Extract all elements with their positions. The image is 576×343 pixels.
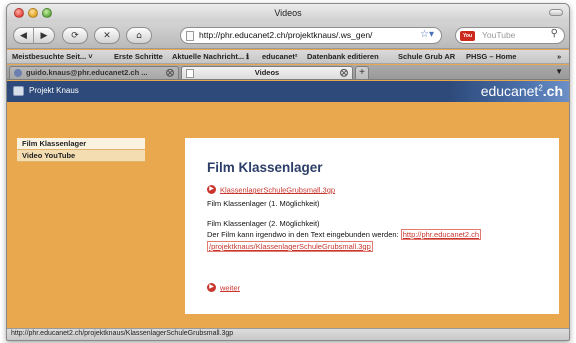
status-url: http://phr.educanet2.ch/projektknaus/Kla…: [11, 330, 234, 337]
bookmark-phsg-home[interactable]: PHSG – Home: [466, 52, 516, 61]
bookmark-star-icon[interactable]: ☆▾: [420, 29, 434, 40]
stop-button[interactable]: ✕: [94, 27, 120, 44]
site-home-icon[interactable]: [13, 86, 24, 96]
tab-videos[interactable]: Videos ⨂: [181, 66, 353, 79]
back-forward-group: ◀ ▶: [13, 27, 55, 44]
address-bar[interactable]: http://phr.educanet2.ch/projektknaus/.ws…: [180, 27, 442, 44]
next-link[interactable]: weiter: [220, 283, 240, 292]
tab-mail[interactable]: guido.knaus@phr.educanet2.ch ... ⨂: [9, 66, 179, 79]
bookmark-getting-started[interactable]: Erste Schritte: [114, 52, 163, 61]
search-input[interactable]: YouTube: [482, 30, 515, 40]
arrow-bullet-icon: ▶: [207, 185, 216, 195]
back-button[interactable]: ◀: [14, 28, 34, 43]
sidebar-item-film-klassenlager[interactable]: Film Klassenlager: [17, 138, 145, 150]
new-tab-button[interactable]: +: [355, 66, 369, 79]
page-title: Film Klassenlager: [207, 160, 323, 175]
reload-button[interactable]: ⟳: [62, 27, 88, 44]
tab-label: Videos: [254, 68, 280, 77]
tab-label: guido.knaus@phr.educanet2.ch ...: [26, 68, 148, 77]
stop-icon: ✕: [103, 30, 111, 41]
title-bar: Videos: [7, 4, 569, 22]
file-link-row: ▶ KlassenlagerSchuleGrubsmall.3gp: [207, 185, 335, 195]
arrow-bullet-icon: ▶: [207, 283, 216, 293]
close-tab-icon[interactable]: ⨂: [166, 67, 174, 79]
video-file-link[interactable]: KlassenlagerSchuleGrubsmall.3gp: [220, 185, 335, 194]
embed-description: Der Film kann irgendwo in den Text einge…: [207, 230, 399, 239]
search-bar[interactable]: You YouTube ⚲: [455, 27, 565, 44]
bookmark-latest-news[interactable]: Aktuelle Nachricht... ℹ: [172, 52, 249, 61]
tab-bar: guido.knaus@phr.educanet2.ch ... ⨂ Video…: [7, 65, 569, 80]
tab-favicon: [14, 69, 22, 77]
search-icon[interactable]: ⚲: [551, 28, 558, 39]
bookmark-edit-database[interactable]: Datenbank editieren: [307, 52, 379, 61]
brand-name-light: educanet: [480, 83, 539, 99]
youtube-logo-icon[interactable]: You: [460, 31, 475, 41]
site-name[interactable]: Projekt Knaus: [29, 86, 79, 95]
brand-name-bold: .ch: [542, 83, 563, 99]
arrow-right-icon: ▶: [40, 30, 48, 41]
brand-logo: educanet2.ch: [449, 81, 569, 102]
main-content: Film Klassenlager ▶ KlassenlagerSchuleGru…: [185, 138, 559, 314]
embed-text-line: Der Film kann irgendwo in den Text einge…: [207, 229, 482, 240]
close-tab-icon[interactable]: ⨂: [340, 67, 348, 79]
bookmark-most-visited[interactable]: Meistbesuchte Seit... ˅: [12, 52, 93, 61]
toolbar-toggle-button[interactable]: [549, 9, 563, 16]
navigation-toolbar: ◀ ▶ ⟳ ✕ ⌂ http://phr.educanet2.ch/projek…: [7, 22, 569, 49]
address-bar-url[interactable]: http://phr.educanet2.ch/projektknaus/.ws…: [199, 30, 372, 40]
option-1-text: Film Klassenlager (1. Möglichkeit): [207, 199, 320, 208]
forward-button[interactable]: ▶: [34, 28, 54, 43]
zoom-window-button[interactable]: [42, 8, 52, 18]
home-icon: ⌂: [136, 30, 142, 41]
bookmarks-overflow[interactable]: »: [557, 52, 561, 61]
next-link-row: ▶ weiter: [207, 283, 240, 293]
site-header: Projekt Knaus educanet2.ch: [7, 81, 569, 102]
reload-icon: ⟳: [71, 30, 79, 41]
browser-window: Videos ◀ ▶ ⟳ ✕ ⌂ http://phr.educanet2.ch…: [6, 3, 570, 341]
page-icon: [186, 69, 194, 78]
tab-list-icon[interactable]: ▼: [555, 67, 563, 76]
bookmarks-bar: Meistbesuchte Seit... ˅ Erste Schritte A…: [7, 50, 569, 64]
status-bar: http://phr.educanet2.ch/projektknaus/Kla…: [7, 328, 569, 340]
window-title: Videos: [274, 8, 302, 18]
home-button[interactable]: ⌂: [126, 27, 152, 44]
option-2-text: Film Klassenlager (2. Möglichkeit): [207, 219, 320, 228]
bookmark-schule-grub[interactable]: Schule Grub AR: [398, 52, 455, 61]
embed-link-part-2[interactable]: /projektknaus/KlassenlagerSchuleGrubsmal…: [207, 241, 373, 252]
minimize-window-button[interactable]: [28, 8, 38, 18]
close-window-button[interactable]: [14, 8, 24, 18]
sidebar: Film Klassenlager Video YouTube: [17, 138, 145, 162]
brand-name: educanet2.ch: [481, 83, 563, 99]
embed-link-part-1[interactable]: http://phr.educanet2.ch: [400, 229, 482, 240]
bookmark-educanet[interactable]: educanet²: [262, 52, 297, 61]
arrow-left-icon: ◀: [20, 30, 27, 41]
embed-link-line: /projektknaus/KlassenlagerSchuleGrubsmal…: [207, 241, 373, 252]
sidebar-item-video-youtube[interactable]: Video YouTube: [17, 150, 145, 162]
page-icon: [186, 31, 194, 41]
